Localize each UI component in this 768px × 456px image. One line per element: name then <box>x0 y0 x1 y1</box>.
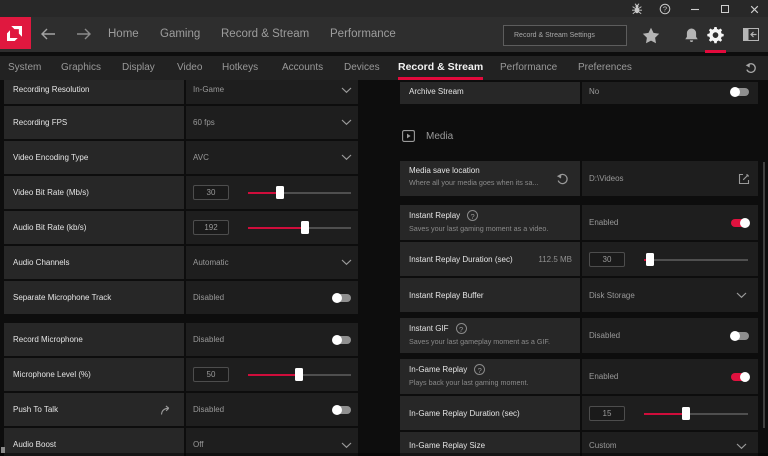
svg-text:?: ? <box>663 5 667 14</box>
